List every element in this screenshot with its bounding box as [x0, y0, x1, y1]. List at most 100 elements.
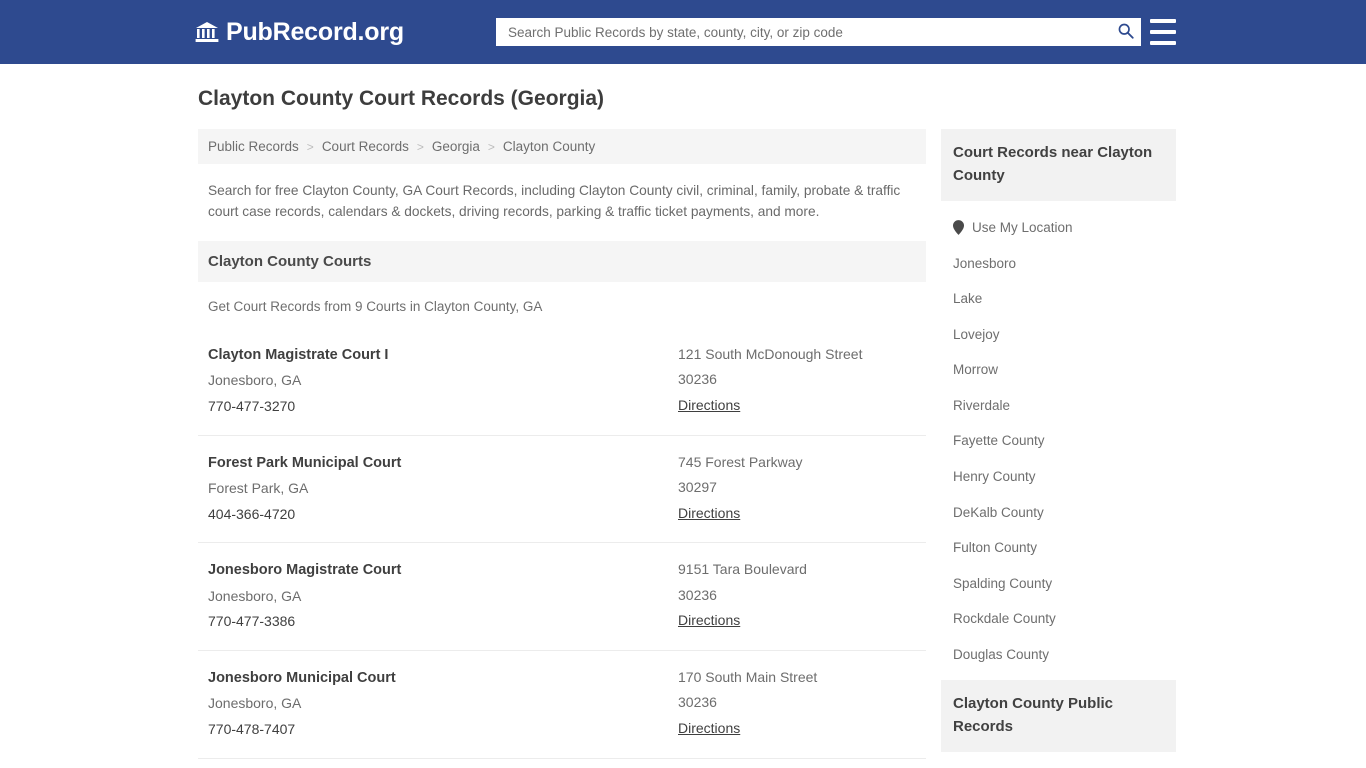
breadcrumb-item-public-records[interactable]: Public Records — [208, 139, 299, 154]
content-container: Clayton County Court Records (Georgia) P… — [198, 64, 1176, 768]
list-item: Rockdale County — [941, 601, 1176, 637]
court-name-link[interactable]: Clayton Magistrate Court I — [208, 347, 388, 363]
court-directions: Directions — [678, 608, 916, 634]
sidebar-item-rockdale-county[interactable]: Rockdale County — [941, 601, 1176, 637]
search-icon — [1117, 22, 1134, 42]
sidebar-item-riverdale[interactable]: Riverdale — [941, 388, 1176, 424]
court-street: 170 South Main Street — [678, 669, 818, 686]
sidebar-public-records-heading: Clayton County Public Records — [941, 680, 1176, 753]
table-row: Jonesboro Magistrate Court Jonesboro, GA… — [198, 542, 926, 650]
list-item: Henry County — [941, 459, 1176, 495]
breadcrumb: Public Records > Court Records > Georgia… — [198, 129, 926, 165]
court-city: Jonesboro, GA — [208, 371, 302, 388]
sidebar-item-lake[interactable]: Lake — [941, 281, 1176, 317]
court-street: 9151 Tara Boulevard — [678, 561, 807, 578]
court-zip: 30236 — [678, 586, 717, 603]
site-logo[interactable]: PubRecord.org — [195, 17, 404, 46]
site-logo-text: PubRecord.org — [226, 17, 404, 46]
court-city: Jonesboro, GA — [208, 587, 302, 604]
court-zip: 30236 — [678, 370, 717, 387]
sidebar-item-douglas-county[interactable]: Douglas County — [941, 637, 1176, 673]
list-item: Business Licenses & Records — [941, 761, 1176, 768]
court-list: Clayton Magistrate Court I Jonesboro, GA… — [198, 328, 926, 768]
directions-link[interactable]: Directions — [678, 397, 740, 413]
court-info-left: Jonesboro Municipal Court Jonesboro, GA … — [208, 665, 678, 743]
sidebar-item-henry-county[interactable]: Henry County — [941, 459, 1176, 495]
breadcrumb-item-clayton-county: Clayton County — [502, 139, 596, 155]
court-info-left: Forest Park Municipal Court Forest Park,… — [208, 450, 678, 528]
sidebar-nearby-box: Court Records near Clayton County Use My… — [941, 129, 1176, 672]
court-name-link[interactable]: Forest Park Municipal Court — [208, 455, 401, 471]
court-info-right: 121 South McDonough Street 30236 Directi… — [678, 342, 916, 420]
breadcrumb-item-court-records[interactable]: Court Records — [322, 139, 409, 154]
sidebar-nearby-list: Use My Location Jonesboro Lake Lovejoy M… — [941, 201, 1176, 672]
court-phone: 770-478-7407 — [208, 721, 296, 738]
sidebar-item-fayette-county[interactable]: Fayette County — [941, 423, 1176, 459]
breadcrumb-separator-icon: > — [487, 139, 495, 154]
list-item: Spalding County — [941, 566, 1176, 602]
main-column: Public Records > Court Records > Georgia… — [198, 129, 926, 768]
sidebar-item-label: Rockdale County — [953, 611, 1056, 627]
sidebar-item-label: Fayette County — [953, 433, 1045, 449]
court-info-right: 170 South Main Street 30236 Directions — [678, 665, 916, 743]
court-info-right: 9151 Tara Boulevard 30236 Directions — [678, 557, 916, 635]
hamburger-menu-button[interactable] — [1150, 19, 1176, 45]
sidebar-item-label: Morrow — [953, 362, 999, 378]
court-phone: 770-477-3270 — [208, 397, 296, 414]
list-item: Jonesboro — [941, 246, 1176, 282]
list-item: Fulton County — [941, 530, 1176, 566]
list-item: Douglas County — [941, 637, 1176, 673]
sidebar-item-fulton-county[interactable]: Fulton County — [941, 530, 1176, 566]
court-name-link[interactable]: Jonesboro Magistrate Court — [208, 562, 401, 578]
court-zip: 30236 — [678, 694, 717, 711]
sidebar-item-label: DeKalb County — [953, 504, 1044, 520]
map-pin-icon — [953, 220, 964, 236]
sidebar-item-morrow[interactable]: Morrow — [941, 352, 1176, 388]
bank-icon — [195, 20, 219, 44]
table-row: Clayton Magistrate Court I Jonesboro, GA… — [198, 328, 926, 435]
court-zip: 30297 — [678, 478, 717, 495]
search-input[interactable] — [506, 18, 1115, 46]
courts-section-heading: Clayton County Courts — [198, 240, 926, 282]
court-info-left: Clayton Magistrate Court I Jonesboro, GA… — [208, 342, 678, 420]
table-row: Forest Park Municipal Court Forest Park,… — [198, 434, 926, 543]
sidebar-item-label: Henry County — [953, 469, 1036, 485]
search-button[interactable] — [1115, 22, 1135, 42]
hamburger-menu-icon — [1150, 19, 1176, 23]
court-name: Jonesboro Magistrate Court — [208, 557, 678, 583]
list-item: Use My Location — [941, 210, 1176, 246]
sidebar-item-dekalb-county[interactable]: DeKalb County — [941, 495, 1176, 531]
court-info-left: Jonesboro Magistrate Court Jonesboro, GA… — [208, 557, 678, 635]
sidebar-item-use-my-location[interactable]: Use My Location — [941, 210, 1176, 246]
sidebar-nearby-heading: Court Records near Clayton County — [941, 129, 1176, 202]
hamburger-menu-icon — [1150, 41, 1176, 45]
sidebar-item-label: Lake — [953, 291, 983, 307]
two-column-layout: Public Records > Court Records > Georgia… — [198, 129, 1176, 768]
list-item: Lovejoy — [941, 317, 1176, 353]
table-row: Jonesboro State Court Jonesboro, GA 770-… — [198, 758, 926, 768]
court-city: Jonesboro, GA — [208, 695, 302, 712]
sidebar-item-label: Fulton County — [953, 540, 1038, 556]
directions-link[interactable]: Directions — [678, 505, 740, 521]
sidebar-item-label: Douglas County — [953, 646, 1050, 662]
breadcrumb-separator-icon: > — [306, 139, 314, 154]
directions-link[interactable]: Directions — [678, 612, 740, 628]
courts-section-subheading: Get Court Records from 9 Courts in Clayt… — [208, 298, 543, 314]
list-item: Fayette County — [941, 423, 1176, 459]
court-name: Forest Park Municipal Court — [208, 450, 678, 476]
sidebar-item-label: Spalding County — [953, 575, 1053, 591]
court-phone: 404-366-4720 — [208, 505, 296, 522]
sidebar-item-lovejoy[interactable]: Lovejoy — [941, 317, 1176, 353]
directions-link[interactable]: Directions — [678, 720, 740, 736]
court-info-right: 745 Forest Parkway 30297 Directions — [678, 450, 916, 528]
site-header: PubRecord.org — [0, 0, 1366, 64]
breadcrumb-item-georgia[interactable]: Georgia — [432, 139, 480, 154]
court-name-link[interactable]: Jonesboro Municipal Court — [208, 670, 396, 686]
sidebar-item-label: Jonesboro — [953, 255, 1017, 271]
sidebar-item-spalding-county[interactable]: Spalding County — [941, 566, 1176, 602]
sidebar-item-jonesboro[interactable]: Jonesboro — [941, 246, 1176, 282]
list-item: Morrow — [941, 352, 1176, 388]
sidebar-item-business-licenses[interactable]: Business Licenses & Records — [941, 761, 1176, 768]
hamburger-menu-icon — [1150, 30, 1176, 34]
court-phone: 770-477-3386 — [208, 613, 296, 630]
